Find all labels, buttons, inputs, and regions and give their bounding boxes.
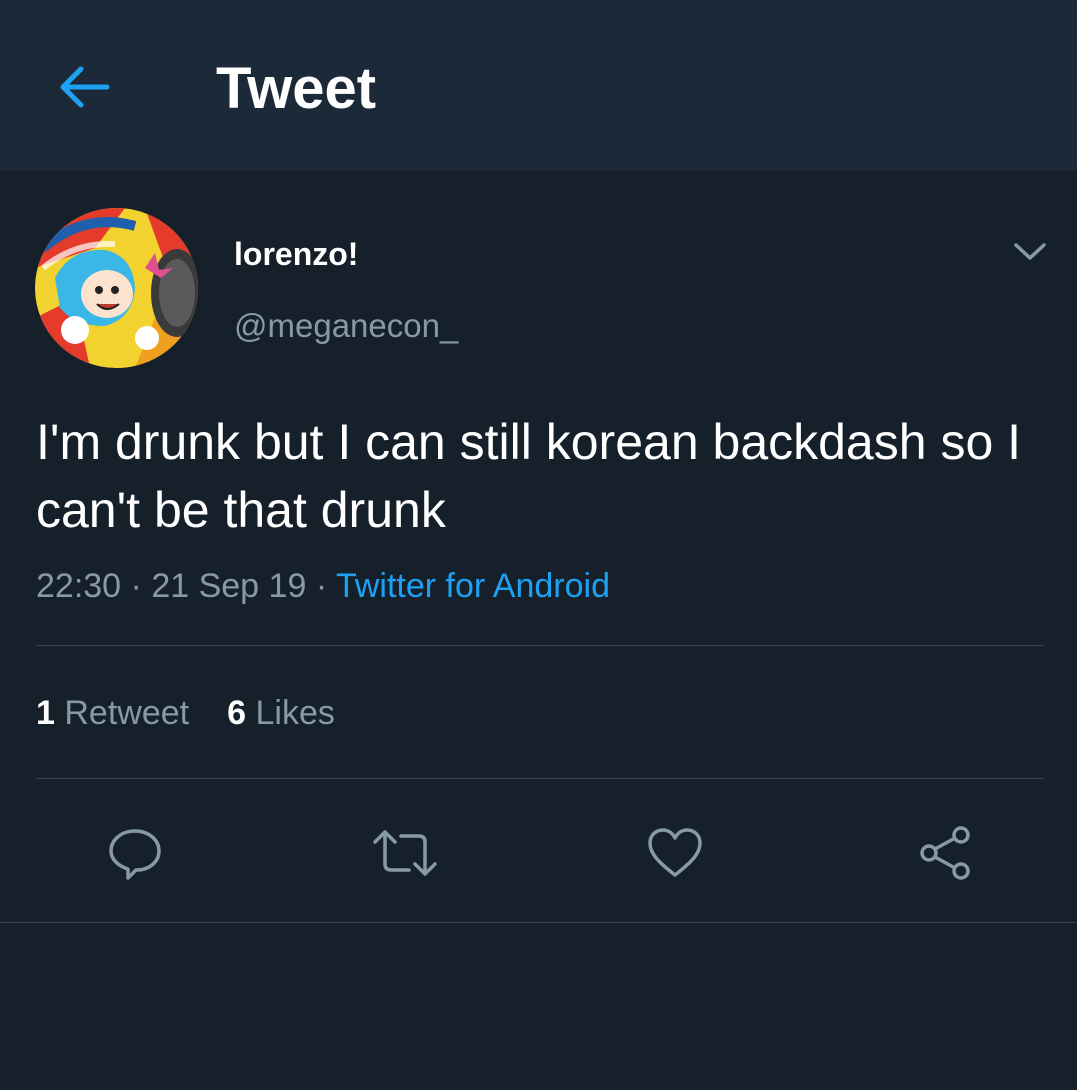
retweets-stat[interactable]: 1 Retweet xyxy=(36,690,189,736)
avatar-illustration-icon xyxy=(35,208,198,368)
retweet-button[interactable] xyxy=(370,818,440,888)
tweet-source-link[interactable]: Twitter for Android xyxy=(336,567,610,605)
divider xyxy=(36,778,1044,779)
share-icon xyxy=(920,826,970,880)
top-app-bar: Tweet xyxy=(0,0,1077,170)
divider xyxy=(36,645,1044,646)
reply-button[interactable] xyxy=(100,818,170,888)
tweet-stats: 1 Retweet 6 Likes xyxy=(36,690,335,736)
share-button[interactable] xyxy=(910,818,980,888)
author-handle[interactable]: @meganecon_ xyxy=(234,304,458,348)
page-title: Tweet xyxy=(216,56,377,121)
avatar[interactable] xyxy=(35,208,198,368)
reply-icon xyxy=(109,829,161,880)
retweet-icon xyxy=(373,830,437,876)
like-icon xyxy=(648,828,702,877)
tweet-date: 21 Sep 19 xyxy=(151,567,307,605)
meta-separator: · xyxy=(130,567,142,605)
retweets-label: Retweet xyxy=(64,694,190,732)
arrow-left-icon xyxy=(60,66,110,108)
likes-label: Likes xyxy=(255,694,335,732)
likes-count: 6 xyxy=(227,694,247,732)
retweets-count: 1 xyxy=(36,694,55,732)
meta-separator: · xyxy=(315,567,328,605)
tweet-text: I'm drunk but I can still korean backdas… xyxy=(36,414,1022,538)
tweet-page: Tweet lorenzo! @meganecon_ I'm drunk but… xyxy=(0,0,1077,1090)
tweet-metadata: 22:30 · 21 Sep 19 · Twitter for Android xyxy=(36,564,610,608)
divider xyxy=(0,922,1077,923)
chevron-down-icon xyxy=(1014,243,1046,260)
back-button[interactable] xyxy=(44,52,124,122)
author-display-name[interactable]: lorenzo! xyxy=(234,232,358,276)
likes-stat[interactable]: 6 Likes xyxy=(227,690,335,736)
tweet-time: 22:30 xyxy=(36,567,122,605)
like-button[interactable] xyxy=(640,818,710,888)
tweet-menu-button[interactable] xyxy=(1004,226,1056,278)
